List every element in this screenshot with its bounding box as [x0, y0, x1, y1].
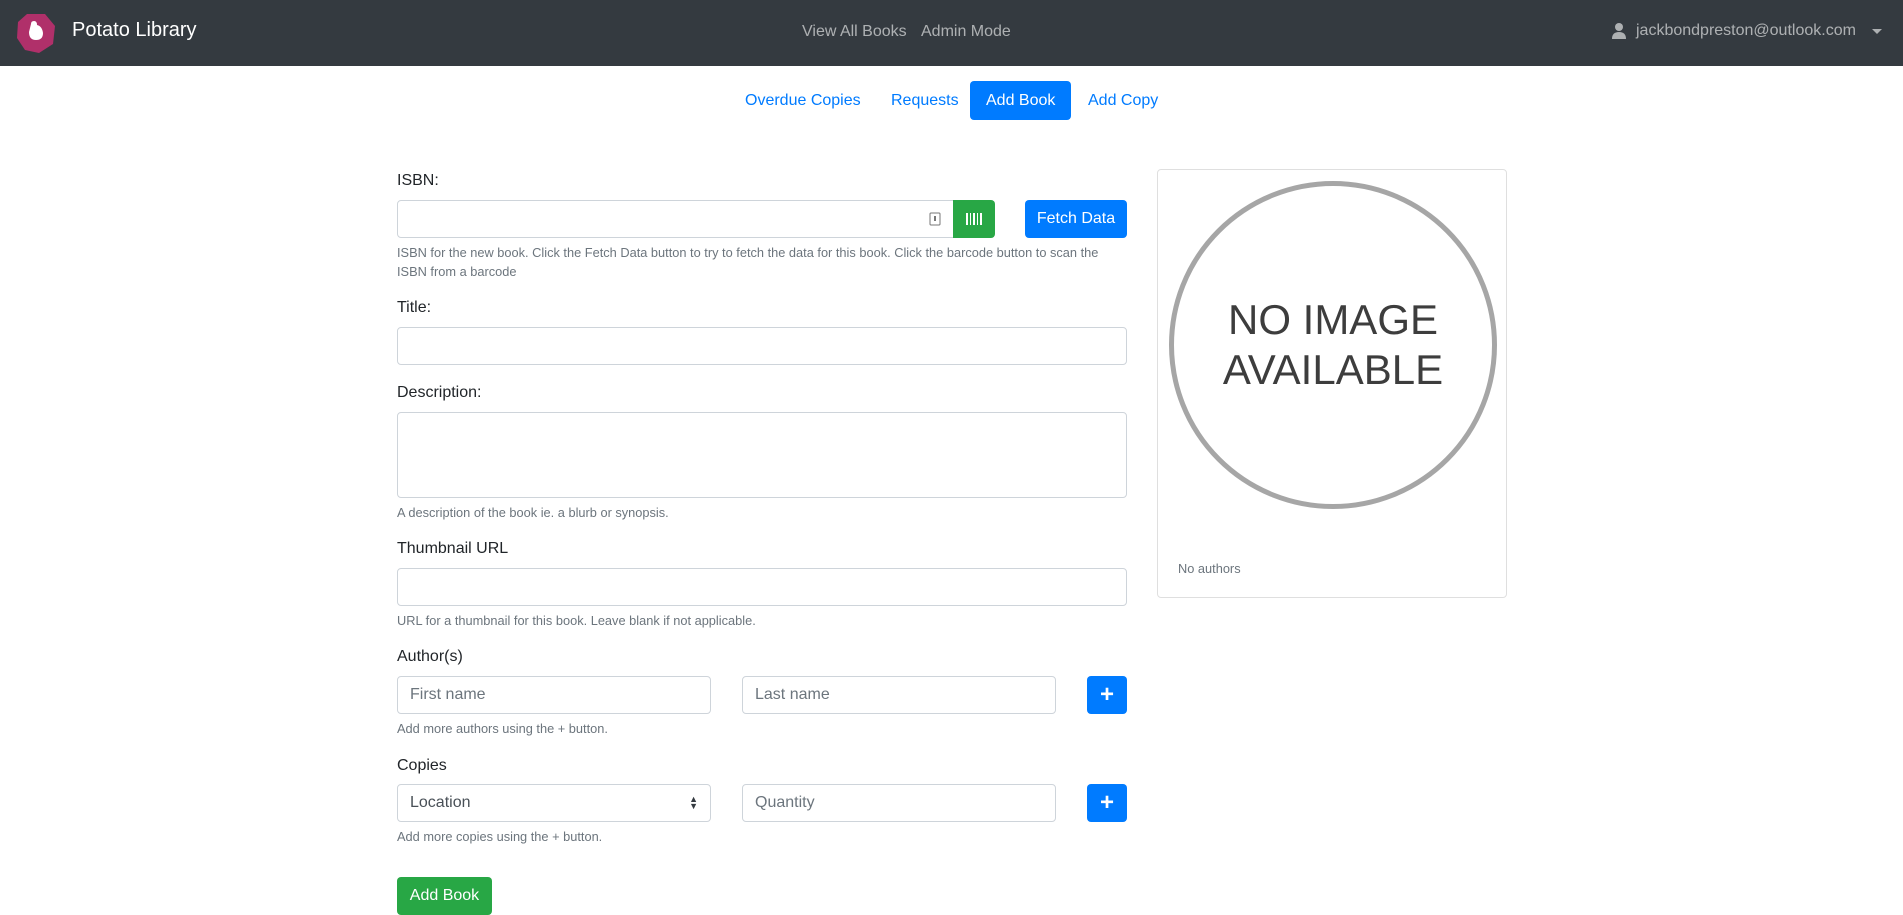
tab-add-copy[interactable]: Add Copy — [1072, 81, 1174, 120]
add-book-submit-button[interactable]: Add Book — [397, 877, 492, 915]
isbn-label: ISBN: — [397, 172, 439, 189]
navbar: Potato Library View All Books Admin Mode… — [0, 0, 1903, 66]
user-icon — [1612, 23, 1626, 39]
potato-logo-icon[interactable] — [15, 12, 57, 54]
user-dropdown[interactable]: jackbondpreston@outlook.com — [1612, 22, 1882, 40]
fetch-data-button[interactable]: Fetch Data — [1025, 200, 1127, 238]
select-arrows-icon: ▲ ▼ — [689, 794, 698, 811]
copies-help: Add more copies using the + button. — [397, 829, 603, 844]
preview-authors: No authors — [1178, 561, 1241, 576]
authors-help: Add more authors using the + button. — [397, 721, 608, 736]
description-textarea[interactable] — [397, 412, 1127, 498]
add-author-button[interactable]: + — [1087, 676, 1127, 714]
copies-label: Copies — [397, 757, 447, 774]
author-last-name-input[interactable]: Last name — [742, 676, 1056, 714]
thumbnail-url-input[interactable] — [397, 568, 1127, 606]
brand-name[interactable]: Potato Library — [72, 19, 197, 42]
barcode-icon — [966, 213, 982, 225]
authors-label: Author(s) — [397, 648, 463, 665]
tab-overdue-copies[interactable]: Overdue Copies — [729, 81, 877, 120]
caret-down-icon — [1871, 28, 1882, 34]
no-image-text-2: AVAILABLE — [1222, 346, 1444, 393]
nav-view-all-books[interactable]: View All Books — [802, 23, 907, 41]
description-help: A description of the book ie. a blurb or… — [397, 505, 669, 520]
description-label: Description: — [397, 384, 482, 401]
isbn-help: ISBN for the new book. Click the Fetch D… — [397, 245, 1099, 279]
add-copy-button[interactable]: + — [1087, 784, 1127, 822]
user-email: jackbondpreston@outlook.com — [1636, 22, 1856, 39]
isbn-input[interactable] — [397, 200, 954, 238]
no-image-text-1: NO IMAGE — [1227, 296, 1439, 343]
title-label: Title: — [397, 299, 432, 316]
thumbnail-label: Thumbnail URL — [397, 540, 509, 557]
quantity-input[interactable]: Quantity — [742, 784, 1056, 822]
scan-barcode-button[interactable] — [953, 200, 995, 238]
tab-requests[interactable]: Requests — [875, 81, 975, 120]
tab-add-book[interactable]: Add Book — [970, 81, 1072, 120]
location-select[interactable]: Location ▲ ▼ — [397, 784, 711, 822]
location-select-value: Location — [410, 794, 471, 811]
title-input[interactable] — [397, 327, 1127, 365]
no-image-placeholder: NO IMAGE AVAILABLE — [1169, 181, 1497, 509]
contact-card-icon — [929, 212, 941, 226]
book-preview-card: NO IMAGE AVAILABLE No authors — [1157, 169, 1507, 598]
author-first-name-input[interactable]: First name — [397, 676, 711, 714]
nav-admin-mode[interactable]: Admin Mode — [921, 23, 1011, 41]
thumbnail-help: URL for a thumbnail for this book. Leave… — [397, 613, 756, 628]
